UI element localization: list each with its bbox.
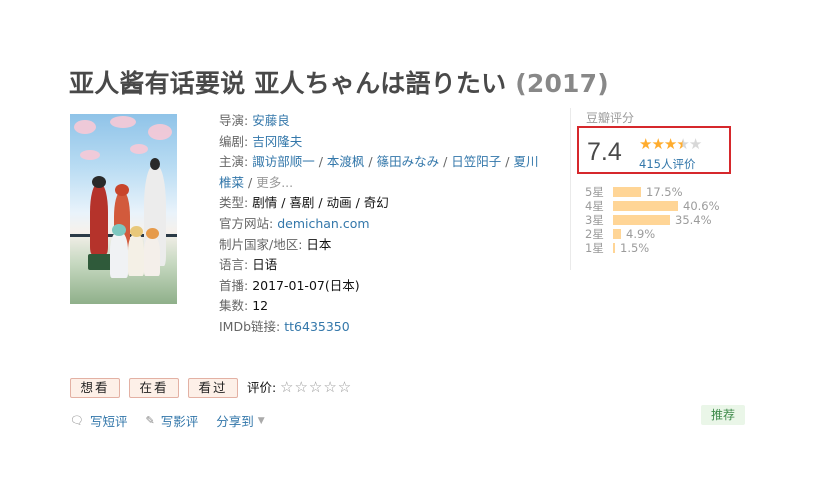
rating-distribution: 5星 17.5% 4星 40.6% 3星 35.4% 2星 4.9% 1星 1.5% [585,185,720,255]
title-year: (2017) [515,69,609,98]
country-label: 制片国家/地区: [219,236,303,252]
genre-label: 类型 [219,195,245,211]
rating-distribution-row: 2星 4.9% [585,227,655,241]
rating-stars: ★★★★★ [639,135,702,153]
language-label: 语言: [219,257,249,273]
distribution-percent: 17.5% [646,185,683,199]
short-review-link[interactable]: 写短评 [90,411,128,430]
site-label: 官方网站: [219,215,274,231]
action-bar: 🗨 写短评 ✎ 写影评 分享到 ▼ [70,411,265,430]
site-link[interactable]: demichan.com [277,216,369,231]
poster-image[interactable] [70,114,177,304]
imdb-link[interactable]: tt6435350 [284,319,349,334]
director-label: 导演 [219,113,245,128]
distribution-bar [613,215,670,225]
distribution-percent: 4.9% [626,227,656,241]
distribution-percent: 35.4% [675,213,712,227]
rating-summary-box: 7.4 ★★★★★ 415人评价 [577,126,731,174]
genre: 剧情 [252,195,278,211]
user-rating-stars[interactable]: ☆☆☆☆☆ [280,377,352,397]
premiere-label: 首播: [219,277,249,293]
rating-distribution-row: 3星 35.4% [585,213,712,227]
distribution-bar [613,201,678,211]
distribution-star-label: 5星 [585,185,604,199]
page-title: 亚人酱有话要说 亚人ちゃんは語りたい (2017) [69,64,609,100]
comment-icon: 🗨 [70,414,84,427]
distribution-bar [613,243,615,253]
cast-link[interactable]: 椎菜 [219,175,244,190]
more-cast-link[interactable]: 更多... [256,175,293,190]
watching-button[interactable]: 在看 [129,378,179,398]
rating-distribution-row: 4星 40.6% [585,199,720,213]
cast-link[interactable]: 日笠阳子 [451,154,501,169]
rating-distribution-row: 1星 1.5% [585,241,649,255]
episodes-value: 12 [252,298,269,314]
votes-link[interactable]: 415人评价 [639,156,695,172]
premiere-value: 2017-01-07(日本) [252,277,360,293]
genre: 喜剧 [289,195,315,211]
distribution-star-label: 1星 [585,241,604,255]
rating-distribution-row: 5星 17.5% [585,185,683,199]
title-main: 亚人酱有话要说 亚人ちゃんは語りたい [69,69,507,98]
star-icon: ★ [651,135,664,153]
country-value: 日本 [306,236,332,252]
distribution-percent: 1.5% [620,241,650,255]
distribution-star-label: 4星 [585,199,604,213]
language-value: 日语 [252,257,278,273]
genre: 动画 [326,195,352,211]
star-icon: ★ [663,135,677,153]
distribution-star-label: 2星 [585,227,604,241]
distribution-bar [613,229,621,239]
distribution-percent: 40.6% [683,199,720,213]
share-link[interactable]: 分享到 [216,411,254,430]
genre: 奇幻 [363,195,389,211]
star-icon: ★ [639,135,652,153]
review-link[interactable]: 写影评 [161,411,199,430]
cast-link[interactable]: 本渡枫 [327,154,365,169]
cast-link[interactable]: 夏川 [513,154,538,169]
cast-label: 主演 [219,154,245,170]
writer-link[interactable]: 吉冈隆夫 [252,134,302,149]
movie-info: 导演: 安藤良 编剧: 吉冈隆夫 主演: 諏访部顺一 / 本渡枫 / 篠田みなみ… [219,113,539,334]
wish-button[interactable]: 想看 [70,378,120,398]
distribution-bar [613,187,641,197]
rating-label: 豆瓣评分 [586,111,635,125]
watched-button[interactable]: 看过 [188,378,238,398]
half-star-icon: ★ [676,135,689,153]
cast-link[interactable]: 篠田みなみ [377,154,440,169]
episodes-label: 集数: [219,298,249,314]
rating-score: 7.4 [587,138,622,166]
recommend-button[interactable]: 推荐 [701,405,745,425]
cast-link[interactable]: 諏访部顺一 [252,154,315,169]
pencil-icon: ✎ [145,414,155,427]
user-rating-label: 评价: [247,380,277,395]
imdb-label: IMDb链接: [219,318,281,334]
writer-label: 编剧 [219,133,245,149]
distribution-star-label: 3星 [585,213,604,227]
director-link[interactable]: 安藤良 [252,113,290,128]
chevron-down-icon[interactable]: ▼ [258,416,265,426]
star-icon: ★ [688,135,702,153]
